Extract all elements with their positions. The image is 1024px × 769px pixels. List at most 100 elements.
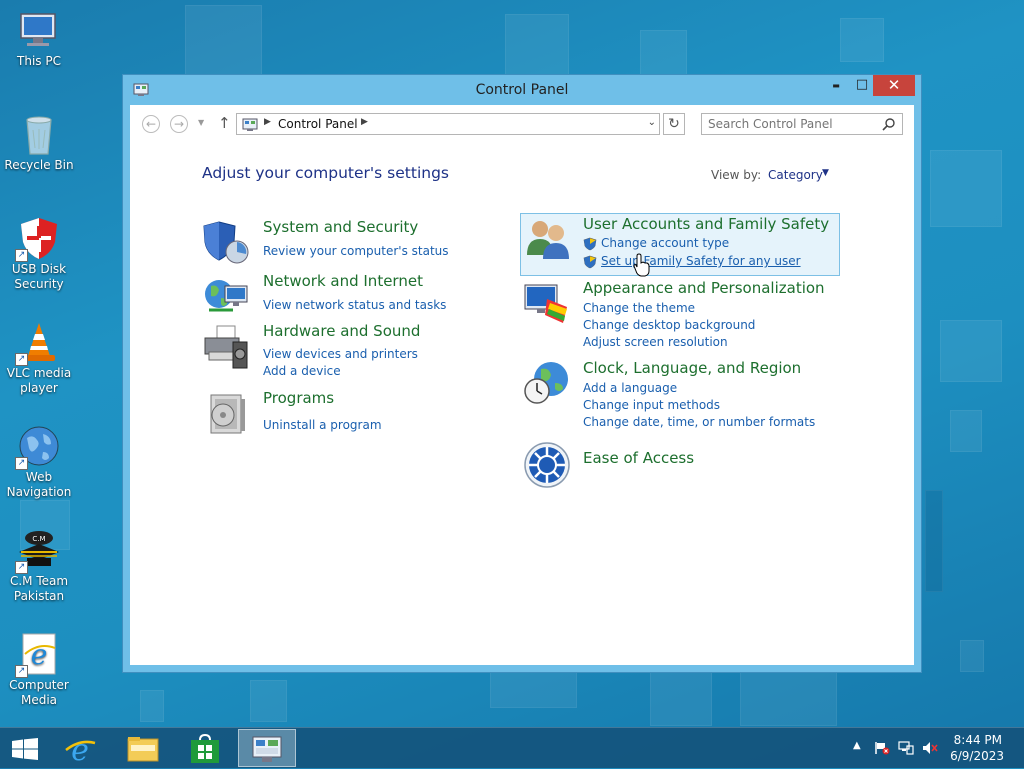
desktop-icon-recycle-bin[interactable]: Recycle Bin <box>4 112 74 173</box>
desktop-icon-label: Web Navigation <box>6 470 72 499</box>
category-title[interactable]: Programs <box>263 389 334 407</box>
maximize-button[interactable]: □ <box>849 75 875 96</box>
address-dropdown-button[interactable]: ⌄ <box>648 117 656 128</box>
link-input-methods[interactable]: Change input methods <box>583 398 720 412</box>
clock-time[interactable]: 8:44 PM <box>954 733 1002 747</box>
svg-text:e: e <box>31 638 48 671</box>
link-network-status[interactable]: View network status and tasks <box>263 298 446 312</box>
address-bar[interactable]: ▶ Control Panel ▶ ⌄ <box>236 113 660 135</box>
search-input[interactable] <box>701 113 903 135</box>
close-button[interactable]: ✕ <box>873 75 915 96</box>
category-user-accounts[interactable]: User Accounts and Family Safety Change a… <box>523 215 843 273</box>
desktop-icon-label: Computer Media <box>9 678 69 707</box>
network-icon[interactable] <box>898 741 914 758</box>
view-by-label: View by: <box>711 168 762 182</box>
desktop-icon-cm-team[interactable]: C.M ↗ C.M Team Pakistan <box>4 528 74 604</box>
category-title[interactable]: Clock, Language, and Region <box>583 359 801 377</box>
breadcrumb-control-panel[interactable]: Control Panel <box>278 117 358 131</box>
link-add-language[interactable]: Add a language <box>583 381 677 395</box>
category-title[interactable]: Appearance and Personalization <box>583 279 825 297</box>
action-center-flag-icon[interactable] <box>874 741 890 758</box>
category-programs: Programs Uninstall a program <box>203 389 523 441</box>
category-title[interactable]: Network and Internet <box>263 272 423 290</box>
bg-shape <box>960 640 984 672</box>
desktop-icon-vlc[interactable]: ↗ VLC media player <box>4 320 74 396</box>
desktop-icon-label: This PC <box>17 54 61 68</box>
bg-shape <box>950 410 982 452</box>
link-devices-printers[interactable]: View devices and printers <box>263 347 418 361</box>
shield-red-icon: ↗ <box>15 216 61 262</box>
desktop-icon-computer-media[interactable]: e ↗ Computer Media <box>4 632 74 708</box>
appearance-monitor-icon <box>523 279 571 327</box>
clock-globe-icon <box>523 359 571 407</box>
view-by-dropdown[interactable]: Category <box>768 168 823 182</box>
link-change-theme[interactable]: Change the theme <box>583 301 695 315</box>
computer-icon <box>17 8 61 52</box>
forward-button[interactable]: → <box>170 115 188 133</box>
title-bar[interactable]: Control Panel ▬ □ ✕ <box>123 75 921 105</box>
control-panel-window: Control Panel ▬ □ ✕ ← → ▼ ↑ ▶ Control Pa… <box>122 74 922 673</box>
uac-shield-icon <box>583 236 597 251</box>
category-title[interactable]: System and Security <box>263 218 418 236</box>
page-title: Adjust your computer's settings <box>202 164 449 182</box>
category-title[interactable]: Ease of Access <box>583 449 694 467</box>
taskbar-internet-explorer[interactable]: e <box>52 729 108 768</box>
minimize-button[interactable]: ▬ <box>823 75 849 96</box>
taskbar: e ▲ 8:44 PM 6/9/2023 <box>0 727 1024 768</box>
svg-text:e: e <box>71 733 89 765</box>
caret-down-icon[interactable]: ▼ <box>822 168 829 178</box>
bg-shape <box>930 150 1002 227</box>
ease-of-access-icon <box>523 441 571 489</box>
up-button[interactable]: ↑ <box>218 114 231 132</box>
desktop-icon-this-pc[interactable]: This PC <box>4 8 74 69</box>
clock-date[interactable]: 6/9/2023 <box>950 749 1004 763</box>
chevron-up-icon: ▲ <box>853 740 861 751</box>
recent-locations-button[interactable]: ▼ <box>198 118 204 127</box>
category-system-security: System and Security Review your computer… <box>203 218 523 270</box>
breadcrumb-separator-icon[interactable]: ▶ <box>264 117 271 127</box>
search-icon[interactable] <box>882 116 896 131</box>
taskbar-store[interactable] <box>178 729 234 767</box>
network-globe-icon <box>203 272 251 320</box>
bg-shape <box>840 18 884 62</box>
programs-box-icon <box>203 389 251 437</box>
show-hidden-icons-button[interactable]: ▲ <box>853 740 861 751</box>
link-uninstall-program[interactable]: Uninstall a program <box>263 418 382 432</box>
window-content: ← → ▼ ↑ ▶ Control Panel ▶ ⌄ ↻ Adjust you… <box>130 105 914 665</box>
start-button[interactable] <box>0 729 56 767</box>
printer-icon <box>203 322 251 370</box>
category-title[interactable]: User Accounts and Family Safety <box>583 215 829 233</box>
bg-shape <box>940 320 1002 382</box>
desktop-icon-web-navigation[interactable]: ↗ Web Navigation <box>4 424 74 500</box>
graduation-cap-icon: C.M ↗ <box>15 528 61 574</box>
link-add-device[interactable]: Add a device <box>263 364 341 378</box>
svg-text:C.M: C.M <box>32 535 45 543</box>
minimize-icon: ▬ <box>832 81 840 90</box>
desktop-icon-usb-disk-security[interactable]: ↗ USB Disk Security <box>4 216 74 292</box>
category-appearance: Appearance and Personalization Change th… <box>523 279 843 349</box>
refresh-button[interactable]: ↻ <box>663 113 685 135</box>
breadcrumb-separator-icon[interactable]: ▶ <box>361 117 368 127</box>
link-review-status[interactable]: Review your computer's status <box>263 244 449 258</box>
category-clock-language-region: Clock, Language, and Region Add a langua… <box>523 359 843 429</box>
link-change-account-type[interactable]: Change account type <box>601 236 729 250</box>
volume-muted-icon[interactable] <box>922 741 938 758</box>
link-screen-resolution[interactable]: Adjust screen resolution <box>583 335 728 349</box>
category-title[interactable]: Hardware and Sound <box>263 322 420 340</box>
bg-shape <box>925 490 943 592</box>
link-desktop-background[interactable]: Change desktop background <box>583 318 755 332</box>
bg-shape <box>640 30 687 77</box>
folder-icon <box>127 735 159 767</box>
link-family-safety[interactable]: Set up Family Safety for any user <box>601 254 801 268</box>
desktop-icon-label: VLC media player <box>6 366 72 395</box>
windows-logo-icon <box>12 738 38 764</box>
taskbar-file-explorer[interactable] <box>116 729 172 767</box>
bg-shape <box>250 680 287 722</box>
arrow-left-icon: ← <box>145 117 157 131</box>
link-date-time-formats[interactable]: Change date, time, or number formats <box>583 415 815 429</box>
uac-shield-icon <box>583 254 597 269</box>
back-button[interactable]: ← <box>142 115 160 133</box>
desktop-icon-label: Recycle Bin <box>4 158 74 172</box>
taskbar-control-panel[interactable] <box>238 729 296 767</box>
control-panel-icon <box>252 736 282 768</box>
